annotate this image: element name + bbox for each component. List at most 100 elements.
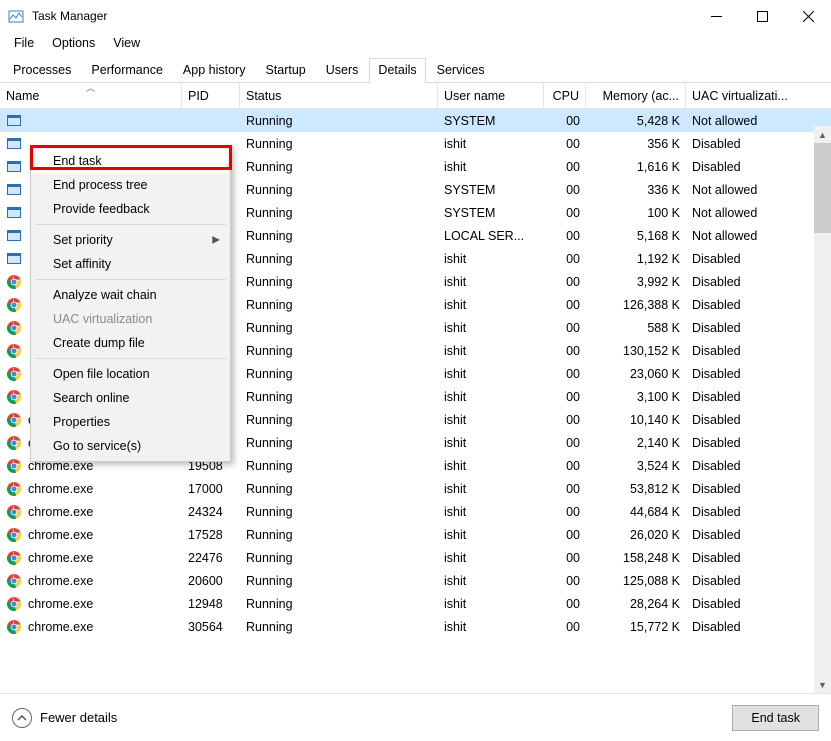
ctx-properties[interactable]: Properties	[33, 410, 228, 434]
proc-status: Running	[240, 183, 438, 197]
end-task-button[interactable]: End task	[732, 705, 819, 731]
table-row[interactable]: chrome.exe20600Runningishit00125,088 KDi…	[0, 569, 831, 592]
vertical-scrollbar[interactable]: ▲ ▼	[814, 126, 831, 693]
tab-services[interactable]: Services	[428, 58, 494, 82]
fewer-details-button[interactable]: Fewer details	[12, 708, 117, 728]
proc-mem: 1,192 K	[586, 252, 686, 266]
minimize-button[interactable]	[693, 0, 739, 32]
titlebar: Task Manager	[0, 0, 831, 32]
proc-cpu: 00	[544, 160, 586, 174]
ctx-provide-feedback[interactable]: Provide feedback	[33, 197, 228, 221]
proc-user: ishit	[438, 275, 544, 289]
proc-uac: Disabled	[686, 551, 831, 565]
col-name[interactable]: Name︿	[0, 83, 182, 108]
chrome-icon	[6, 389, 22, 405]
tab-app-history[interactable]: App history	[174, 58, 255, 82]
ctx-end-task[interactable]: End task	[33, 149, 228, 173]
ctx-set-affinity[interactable]: Set affinity	[33, 252, 228, 276]
proc-user: ishit	[438, 597, 544, 611]
tab-startup[interactable]: Startup	[256, 58, 314, 82]
app-window-icon	[6, 159, 22, 175]
proc-name: chrome.exe	[28, 620, 93, 634]
proc-uac: Disabled	[686, 367, 831, 381]
proc-mem: 5,428 K	[586, 114, 686, 128]
col-name-label: Name	[6, 89, 39, 103]
proc-uac: Disabled	[686, 390, 831, 404]
scroll-thumb[interactable]	[814, 143, 831, 233]
proc-uac: Disabled	[686, 137, 831, 151]
proc-mem: 23,060 K	[586, 367, 686, 381]
proc-user: ishit	[438, 367, 544, 381]
proc-uac: Disabled	[686, 344, 831, 358]
col-user[interactable]: User name	[438, 83, 544, 108]
proc-cpu: 00	[544, 321, 586, 335]
col-status[interactable]: Status	[240, 83, 438, 108]
ctx-go-to-service-s[interactable]: Go to service(s)	[33, 434, 228, 458]
proc-pid: 17000	[182, 482, 240, 496]
ctx-set-priority[interactable]: Set priority▶	[33, 228, 228, 252]
proc-mem: 5,168 K	[586, 229, 686, 243]
col-uac[interactable]: UAC virtualizati...	[686, 83, 831, 108]
proc-status: Running	[240, 160, 438, 174]
table-row[interactable]: chrome.exe17000Runningishit0053,812 KDis…	[0, 477, 831, 500]
app-window-icon	[6, 205, 22, 221]
proc-cpu: 00	[544, 367, 586, 381]
tab-details[interactable]: Details	[369, 58, 425, 82]
maximize-button[interactable]	[739, 0, 785, 32]
table-row[interactable]: RunningSYSTEM005,428 KNot allowed	[0, 109, 831, 132]
proc-uac: Disabled	[686, 275, 831, 289]
table-row[interactable]: chrome.exe22476Runningishit00158,248 KDi…	[0, 546, 831, 569]
proc-user: ishit	[438, 344, 544, 358]
proc-uac: Disabled	[686, 321, 831, 335]
ctx-end-process-tree[interactable]: End process tree	[33, 173, 228, 197]
app-window-icon	[6, 228, 22, 244]
menu-view[interactable]: View	[105, 34, 148, 52]
proc-name: chrome.exe	[28, 505, 93, 519]
proc-status: Running	[240, 137, 438, 151]
proc-status: Running	[240, 459, 438, 473]
app-window-icon	[6, 136, 22, 152]
proc-uac: Disabled	[686, 252, 831, 266]
col-mem[interactable]: Memory (ac...	[586, 83, 686, 108]
proc-uac: Disabled	[686, 574, 831, 588]
ctx-open-file-location[interactable]: Open file location	[33, 362, 228, 386]
ctx-uac-virtualization: UAC virtualization	[33, 307, 228, 331]
tab-performance[interactable]: Performance	[82, 58, 172, 82]
proc-user: ishit	[438, 620, 544, 634]
proc-uac: Not allowed	[686, 206, 831, 220]
tabstrip: Processes Performance App history Startu…	[0, 54, 831, 83]
col-cpu[interactable]: CPU	[544, 83, 586, 108]
chrome-icon	[6, 274, 22, 290]
tab-users[interactable]: Users	[317, 58, 368, 82]
ctx-search-online[interactable]: Search online	[33, 386, 228, 410]
table-row[interactable]: chrome.exe24324Runningishit0044,684 KDis…	[0, 500, 831, 523]
proc-pid: 24324	[182, 505, 240, 519]
proc-cpu: 00	[544, 505, 586, 519]
proc-status: Running	[240, 413, 438, 427]
col-pid[interactable]: PID	[182, 83, 240, 108]
table-row[interactable]: chrome.exe30564Runningishit0015,772 KDis…	[0, 615, 831, 638]
proc-cpu: 00	[544, 597, 586, 611]
menu-options[interactable]: Options	[44, 34, 103, 52]
chrome-icon	[6, 320, 22, 336]
column-headers: Name︿ PID Status User name CPU Memory (a…	[0, 83, 831, 109]
table-row[interactable]: chrome.exe17528Runningishit0026,020 KDis…	[0, 523, 831, 546]
ctx-create-dump-file[interactable]: Create dump file	[33, 331, 228, 355]
tab-processes[interactable]: Processes	[4, 58, 80, 82]
chrome-icon	[6, 458, 22, 474]
proc-cpu: 00	[544, 413, 586, 427]
menu-file[interactable]: File	[6, 34, 42, 52]
scroll-up-icon[interactable]: ▲	[814, 126, 831, 143]
proc-uac: Disabled	[686, 528, 831, 542]
proc-status: Running	[240, 482, 438, 496]
close-button[interactable]	[785, 0, 831, 32]
proc-cpu: 00	[544, 574, 586, 588]
scroll-down-icon[interactable]: ▼	[814, 676, 831, 693]
proc-user: ishit	[438, 505, 544, 519]
proc-status: Running	[240, 206, 438, 220]
proc-cpu: 00	[544, 459, 586, 473]
proc-user: ishit	[438, 252, 544, 266]
proc-cpu: 00	[544, 137, 586, 151]
ctx-analyze-wait-chain[interactable]: Analyze wait chain	[33, 283, 228, 307]
table-row[interactable]: chrome.exe12948Runningishit0028,264 KDis…	[0, 592, 831, 615]
